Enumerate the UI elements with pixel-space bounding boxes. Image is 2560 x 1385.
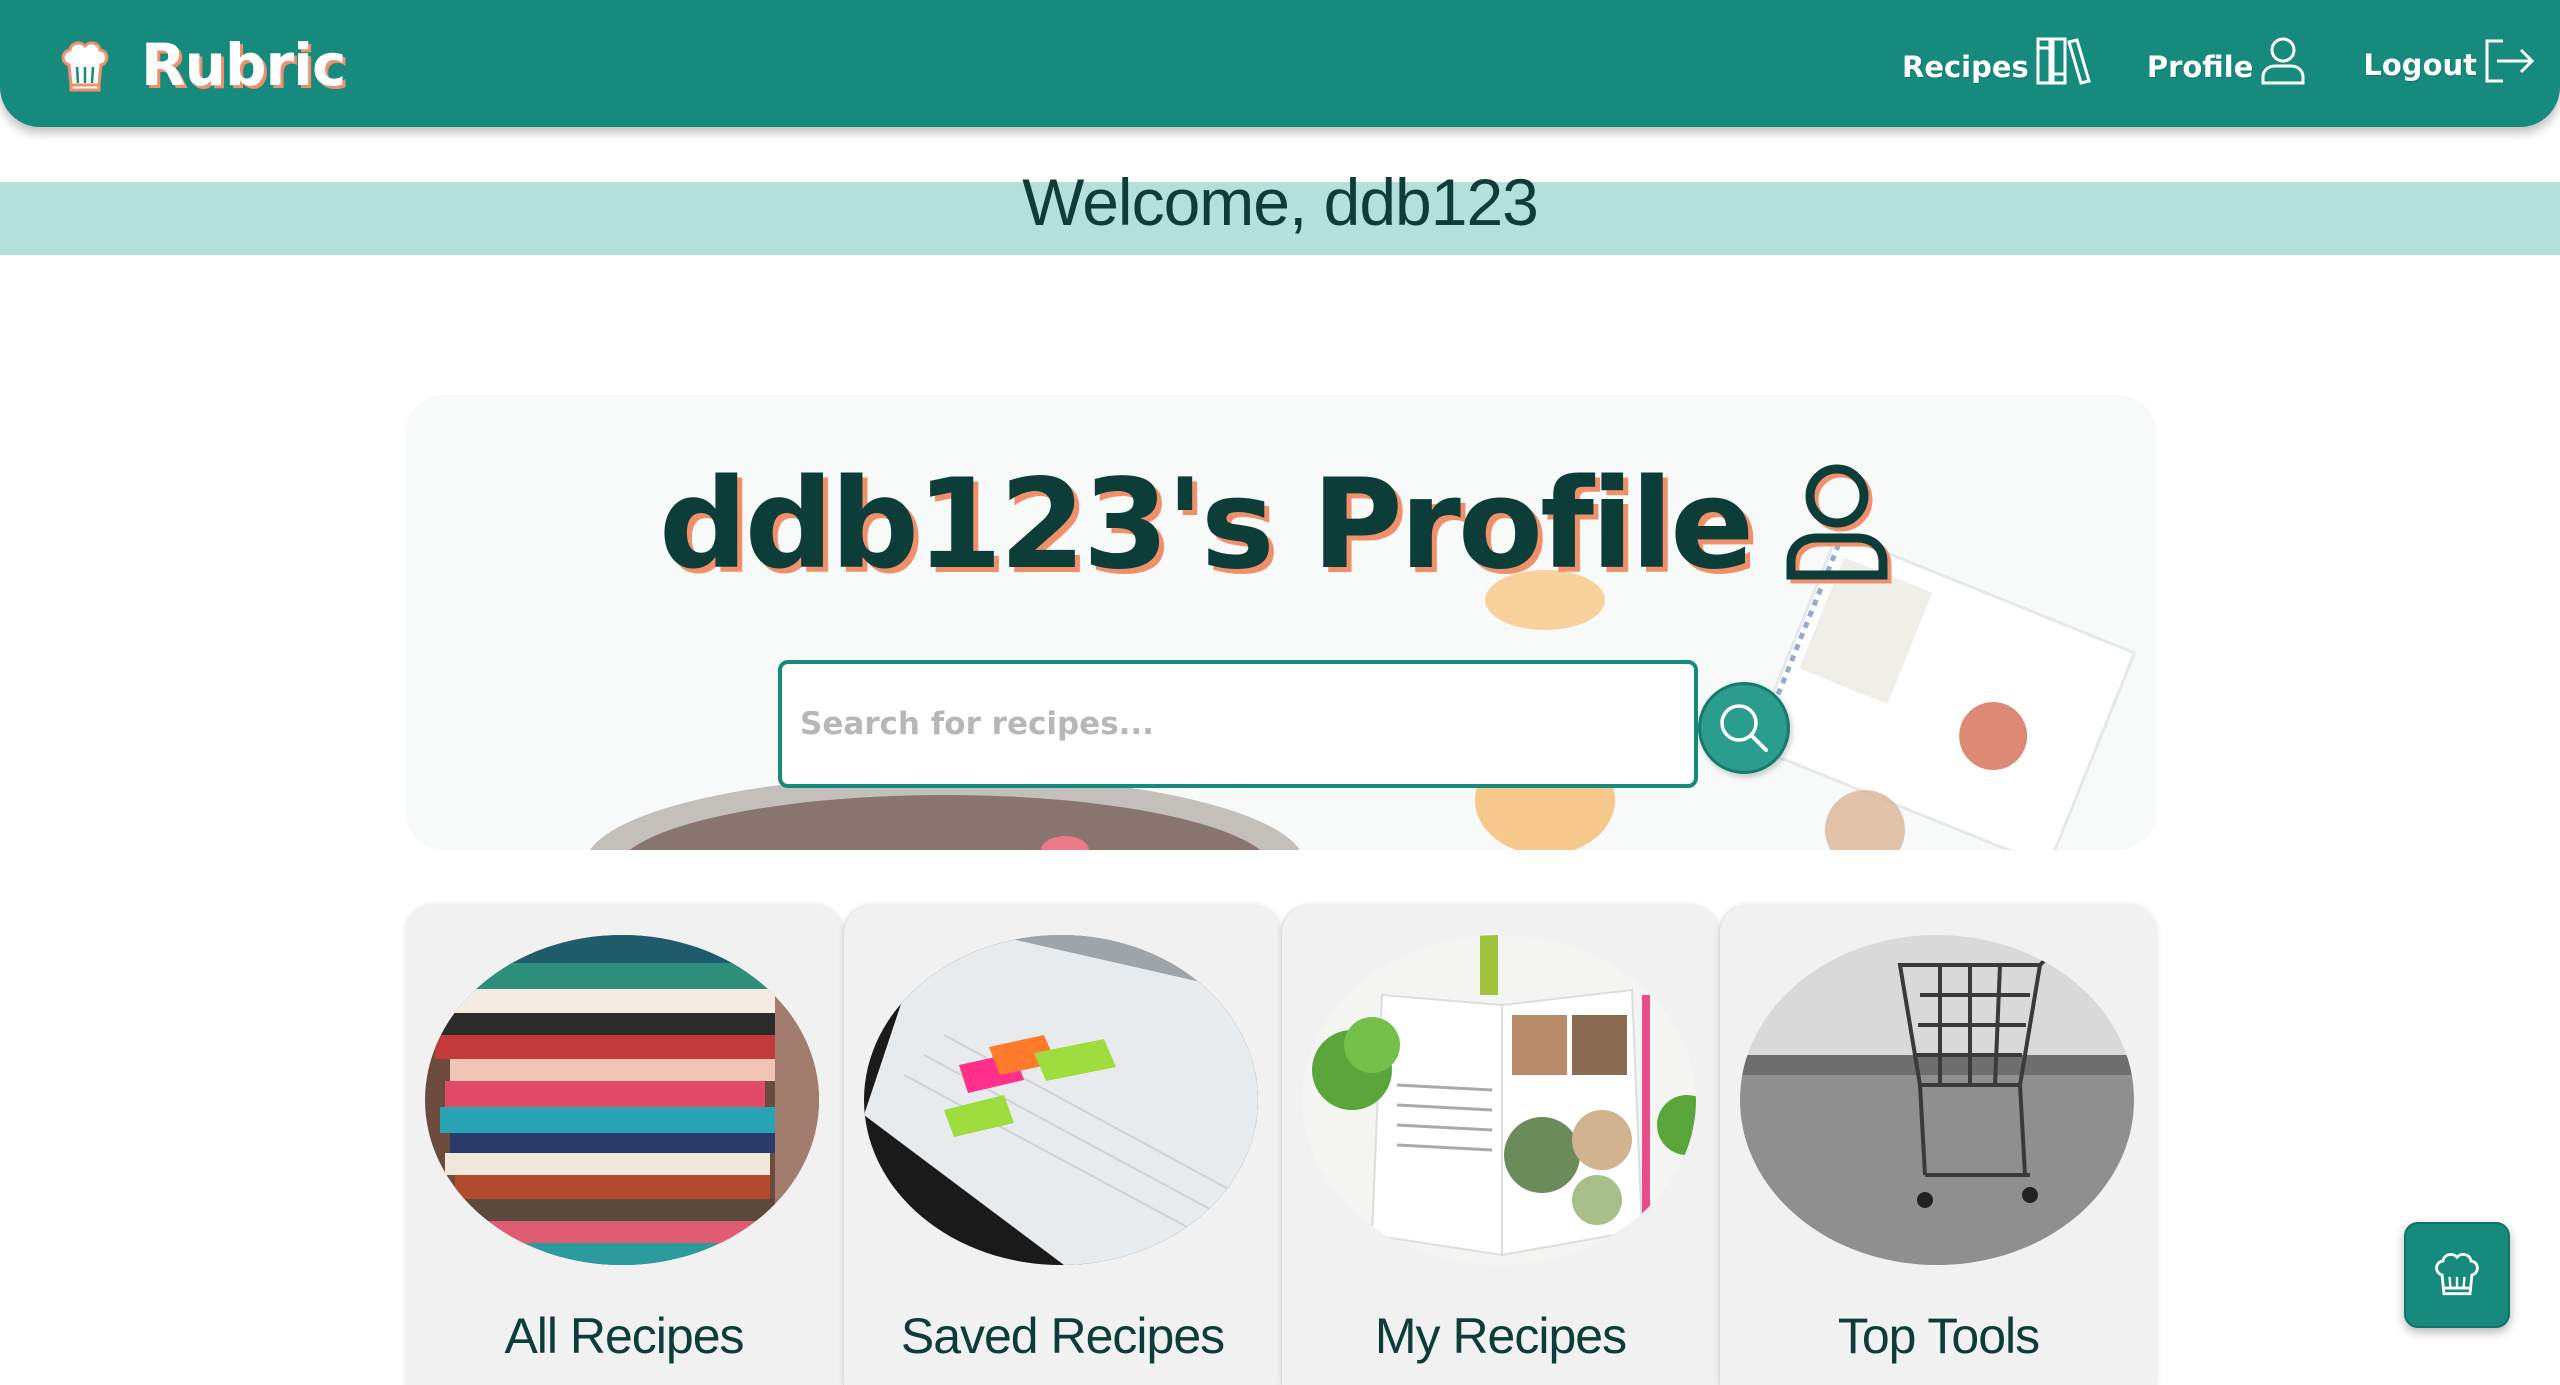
chef-hat-icon xyxy=(2435,1253,2479,1296)
card-label: Saved Recipes xyxy=(900,1308,1225,1364)
nav-recipes-label: Recipes xyxy=(1901,50,2029,84)
card-saved-recipes[interactable]: Saved Recipes xyxy=(843,905,1281,1385)
chef-hat-icon xyxy=(61,41,109,92)
bookmarked-pages-image xyxy=(864,935,1258,1265)
floating-chef-button[interactable] xyxy=(2404,1222,2510,1328)
shopping-cart-image xyxy=(1740,935,2134,1265)
nav-links: Recipes Profile Logout xyxy=(1846,36,2535,86)
cookbook-stack-image xyxy=(425,935,819,1265)
profile-hero-card: ddb123's Profile xyxy=(405,395,2157,850)
top-navbar: Rubric Recipes Profile Logout xyxy=(0,0,2560,127)
profile-title: ddb123's Profile xyxy=(658,453,1754,597)
nav-logout-label: Logout xyxy=(2363,48,2477,82)
card-top-tools[interactable]: Top Tools xyxy=(1719,905,2157,1385)
card-all-recipes[interactable]: All Recipes xyxy=(405,905,843,1385)
app-name: Rubric xyxy=(141,31,346,99)
search-icon xyxy=(1720,704,1768,752)
nav-logout-link[interactable]: Logout xyxy=(2363,38,2535,84)
nav-profile-label: Profile xyxy=(2146,50,2254,84)
profile-heading: ddb123's Profile xyxy=(405,453,2157,597)
nav-recipes-link[interactable]: Recipes xyxy=(1902,36,2091,86)
brand[interactable]: Rubric xyxy=(55,30,346,100)
books-icon xyxy=(2036,37,2091,85)
category-cards: All Recipes Saved Recipes My Recipes Top… xyxy=(405,905,2157,1385)
search-button[interactable] xyxy=(1698,682,1790,774)
recipe-search-input[interactable] xyxy=(778,660,1698,788)
user-icon xyxy=(1786,464,1892,584)
open-cookbook-image xyxy=(1302,935,1696,1265)
logout-icon xyxy=(2485,39,2535,83)
user-icon xyxy=(2261,37,2305,85)
welcome-text: Welcome, ddb123 xyxy=(1022,165,1539,239)
card-label: Top Tools xyxy=(1837,1308,2040,1364)
card-my-recipes[interactable]: My Recipes xyxy=(1281,905,1719,1385)
nav-profile-link[interactable]: Profile xyxy=(2147,36,2308,86)
card-label: All Recipes xyxy=(504,1308,744,1364)
card-label: My Recipes xyxy=(1374,1308,1627,1364)
